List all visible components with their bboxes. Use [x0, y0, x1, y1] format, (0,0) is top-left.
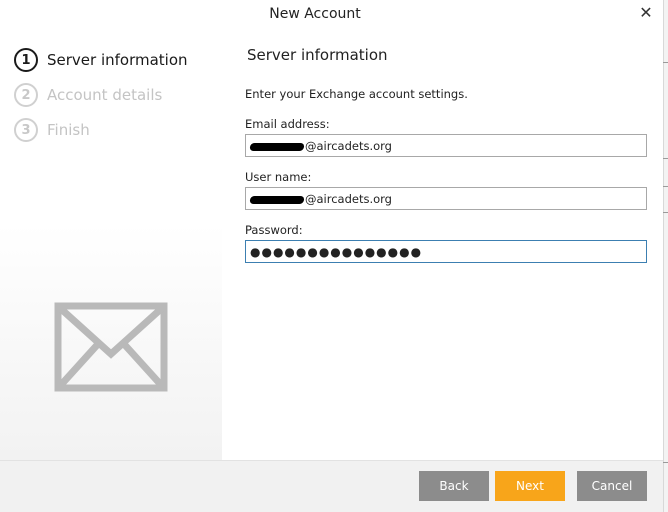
- title-bar: New Account ✕: [0, 0, 663, 30]
- dialog-footer: Back Next Cancel: [0, 460, 663, 512]
- envelope-icon: [54, 302, 168, 392]
- email-value: @aircadets.org: [305, 138, 392, 153]
- password-field[interactable]: ●●●●●●●●●●●●●●●: [245, 240, 647, 263]
- step-number: 1: [14, 48, 38, 72]
- username-value: @aircadets.org: [305, 191, 392, 206]
- section-title: Server information: [247, 46, 388, 64]
- step-account-details: 2 Account details: [14, 81, 162, 109]
- step-number: 3: [14, 118, 38, 142]
- edge-tick: [663, 186, 668, 187]
- password-value: ●●●●●●●●●●●●●●●: [250, 244, 423, 259]
- username-label: User name:: [245, 170, 312, 184]
- new-account-dialog: New Account ✕ 1 Server information 2 Acc…: [0, 0, 663, 512]
- background-window-edge: [663, 0, 668, 512]
- server-info-form: Server information Enter your Exchange a…: [222, 30, 663, 460]
- window-title: New Account: [269, 6, 361, 22]
- step-number: 2: [14, 83, 38, 107]
- step-label: Finish: [47, 121, 90, 139]
- next-button[interactable]: Next: [495, 471, 565, 501]
- edge-tick: [663, 212, 668, 213]
- password-label: Password:: [245, 223, 303, 237]
- back-button[interactable]: Back: [419, 471, 489, 501]
- username-field[interactable]: @aircadets.org: [245, 187, 647, 210]
- edge-tick: [663, 62, 668, 63]
- redaction-mark: [249, 142, 305, 151]
- steps-sidebar: 1 Server information 2 Account details 3…: [0, 30, 222, 460]
- email-label: Email address:: [245, 117, 330, 131]
- step-label: Account details: [47, 86, 163, 104]
- redaction-mark: [249, 195, 305, 204]
- step-finish: 3 Finish: [14, 116, 90, 144]
- step-label: Server information: [47, 51, 188, 69]
- cancel-button[interactable]: Cancel: [577, 471, 647, 501]
- email-field[interactable]: @aircadets.org: [245, 134, 647, 157]
- step-server-information: 1 Server information: [14, 46, 188, 74]
- edge-tick: [663, 462, 668, 463]
- intro-text: Enter your Exchange account settings.: [245, 87, 468, 101]
- edge-tick: [663, 158, 668, 159]
- close-icon[interactable]: ✕: [636, 3, 656, 23]
